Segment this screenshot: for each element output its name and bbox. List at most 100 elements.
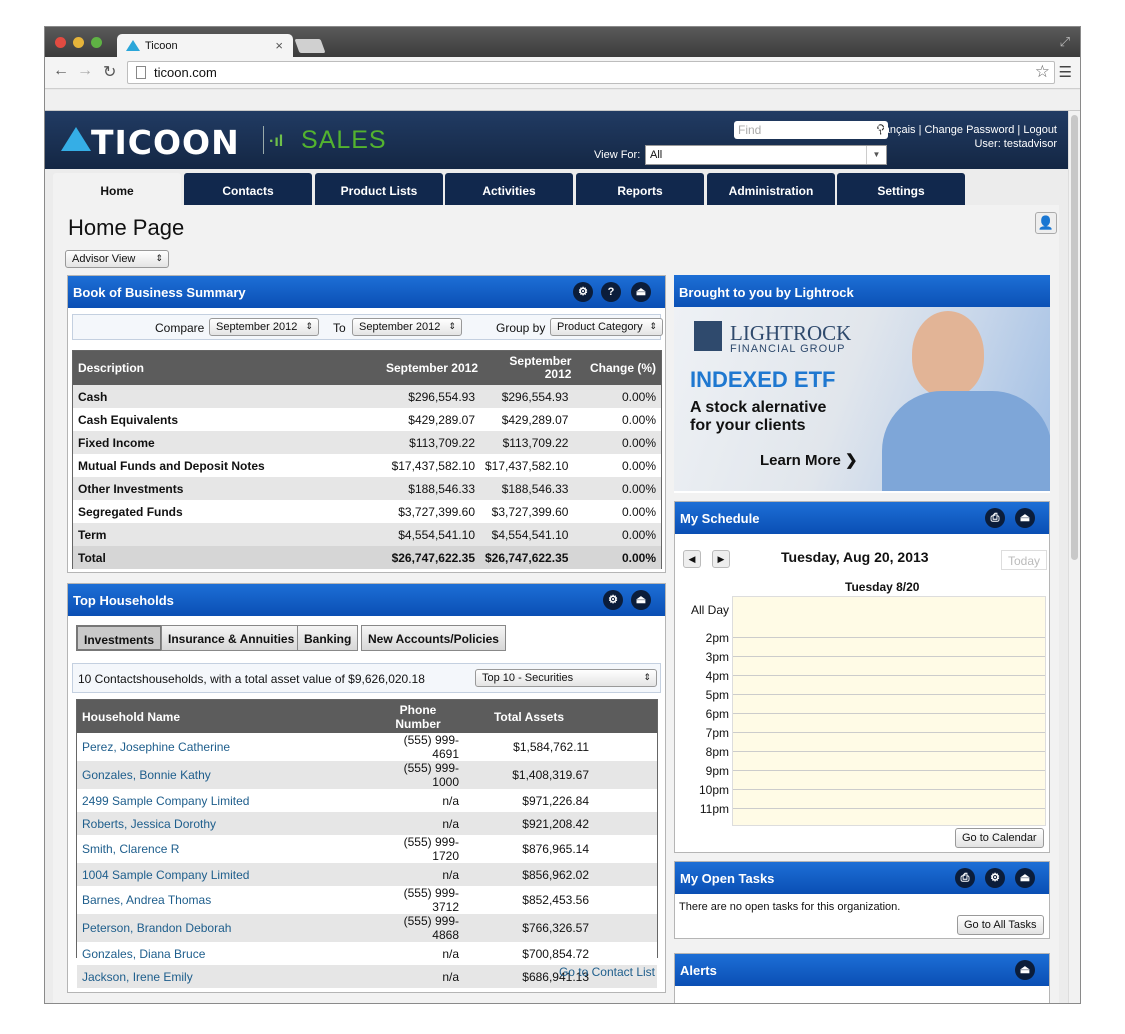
minimize-window-button[interactable] [73, 37, 84, 48]
go-to-calendar-button[interactable]: Go to Calendar [955, 828, 1044, 848]
gear-icon[interactable]: ⚙ [603, 590, 623, 610]
schedule-header: My Schedule ⎙ ⏏ [675, 502, 1049, 534]
collapse-icon[interactable]: ⏏ [1015, 508, 1035, 528]
table-row: Mutual Funds and Deposit Notes $17,437,58… [73, 454, 661, 477]
current-user: User: testadvisor [974, 138, 1057, 150]
view-for-select[interactable]: All ▼ [645, 145, 887, 165]
browser-menu-icon[interactable]: ☰ [1059, 63, 1072, 81]
sponsor-header: Brought to you by Lightrock [674, 275, 1050, 309]
grid-line [733, 751, 1045, 752]
gear-icon[interactable]: ⚙ [985, 868, 1005, 888]
scrollbar-thumb[interactable] [1071, 115, 1078, 560]
print-icon[interactable]: ⎙ [985, 508, 1005, 528]
table-row: Smith, Clarence R (555) 999-1720 $876,965.… [77, 835, 657, 863]
close-tab-icon[interactable]: × [275, 38, 283, 53]
advisor-view-select[interactable]: Advisor View [65, 250, 169, 268]
back-arrow-icon[interactable]: ← [53, 62, 69, 80]
browser-tab[interactable]: Ticoon × [117, 34, 293, 57]
subtab-investments[interactable]: Investments [76, 625, 163, 651]
ad-person-head [912, 311, 984, 397]
table-row: Perez, Josephine Catherine (555) 999-4691… [77, 733, 657, 761]
household-link[interactable]: Barnes, Andrea Thomas [77, 886, 372, 914]
subtab-insurance[interactable]: Insurance & Annuities [161, 625, 302, 651]
today-button[interactable]: Today [1001, 550, 1047, 570]
col-household-name: Household Name [82, 709, 181, 724]
tab-administration[interactable]: Administration [707, 173, 835, 205]
top-households-panel: Top Households ⚙ ⏏ Investments Insurance… [67, 583, 666, 993]
collapse-icon[interactable]: ⏏ [1015, 868, 1035, 888]
household-link[interactable]: Smith, Clarence R [77, 835, 372, 863]
tab-reports[interactable]: Reports [576, 173, 704, 205]
cell-phone: n/a [372, 812, 464, 835]
cell-assets: $766,326.57 [464, 914, 594, 942]
book-panel-title: Book of Business Summary [73, 285, 246, 300]
find-input[interactable]: Find ⚲ [734, 121, 888, 139]
to-select[interactable]: September 2012 [352, 318, 462, 336]
print-icon[interactable]: ⎙ [955, 868, 975, 888]
household-link[interactable]: Peterson, Brandon Deborah [77, 914, 372, 942]
schedule-grid[interactable] [732, 596, 1046, 826]
col-period-1: September 2012 [385, 360, 478, 375]
tab-contacts[interactable]: Contacts [184, 173, 312, 205]
go-to-contact-list-link[interactable]: Go to Contact List [559, 965, 655, 979]
book-table: Description September 2012 September 201… [72, 350, 662, 569]
forward-arrow-icon[interactable]: → [77, 62, 93, 80]
subtab-banking[interactable]: Banking [297, 625, 359, 651]
cell-change: 0.00% [573, 477, 661, 500]
subtab-new-accounts[interactable]: New Accounts/Policies [361, 625, 506, 651]
cell-description: Term [73, 523, 323, 546]
tab-settings[interactable]: Settings [837, 173, 965, 205]
new-tab-button[interactable] [294, 39, 326, 53]
chevron-right-icon: ❯ [840, 452, 858, 469]
go-to-all-tasks-button[interactable]: Go to All Tasks [957, 915, 1044, 935]
address-bar[interactable]: ticoon.com ☆ [127, 61, 1055, 84]
tab-product-lists[interactable]: Product Lists [315, 173, 443, 205]
close-window-button[interactable] [55, 37, 66, 48]
group-by-select[interactable]: Product Category [550, 318, 663, 336]
compare-select[interactable]: September 2012 [209, 318, 319, 336]
household-link[interactable]: 2499 Sample Company Limited [77, 789, 372, 812]
table-row: Cash Equivalents $429,289.07 $429,289.07 0.… [73, 408, 661, 431]
fullscreen-icon[interactable]: ⤢ [1060, 34, 1070, 50]
day-column-header: Tuesday 8/20 [845, 580, 920, 594]
collapse-icon[interactable]: ⏏ [631, 282, 651, 302]
cell-spacer [594, 812, 657, 835]
collapse-icon[interactable]: ⏏ [631, 590, 651, 610]
prev-day-button[interactable]: ◀ [683, 550, 701, 568]
gear-icon[interactable]: ⚙ [573, 282, 593, 302]
help-icon[interactable]: ? [601, 282, 621, 302]
household-link[interactable]: Gonzales, Bonnie Kathy [77, 761, 372, 789]
logo-sales: SALES [301, 126, 387, 154]
page-scrollbar[interactable] [1068, 111, 1080, 1003]
household-link[interactable]: 1004 Sample Company Limited [77, 863, 372, 886]
cell-value: $4,554,541.10 [323, 523, 480, 546]
bookmark-star-icon[interactable]: ☆ [1035, 62, 1050, 82]
cell-phone: (555) 999-1720 [372, 835, 464, 863]
grid-line [733, 675, 1045, 676]
tab-home[interactable]: Home [53, 173, 181, 205]
maximize-window-button[interactable] [91, 37, 102, 48]
household-subtabs: Investments Insurance & Annuities Bankin… [76, 625, 656, 651]
household-link[interactable]: Gonzales, Diana Bruce [77, 942, 372, 965]
reload-icon[interactable]: ↻ [103, 62, 116, 82]
book-panel-header: Book of Business Summary ⚙ ? ⏏ [68, 276, 665, 308]
household-link[interactable]: Jackson, Irene Emily [77, 965, 372, 988]
collapse-icon[interactable]: ⏏ [1015, 960, 1035, 980]
household-link[interactable]: Roberts, Jessica Dorothy [77, 812, 372, 835]
next-day-button[interactable]: ▶ [712, 550, 730, 568]
household-link[interactable]: Perez, Josephine Catherine [77, 733, 372, 761]
grid-line [733, 694, 1045, 695]
browser-toolbar: ← → ↻ ticoon.com ☆ ☰ [45, 57, 1080, 89]
tab-activities[interactable]: Activities [445, 173, 573, 205]
households-panel-title: Top Households [73, 593, 174, 608]
ad-learn-more[interactable]: Learn More ❯ [760, 451, 858, 469]
households-filter-select[interactable]: Top 10 - Securities [475, 669, 657, 687]
lightrock-logo-icon [694, 321, 722, 351]
book-table-header: Description September 2012 September 201… [73, 351, 661, 385]
user-profile-icon[interactable]: 👤 [1035, 212, 1057, 234]
col-change: Change (%) [590, 361, 656, 375]
account-links[interactable]: Français | Change Password | Logout [873, 123, 1057, 137]
table-row: Cash $296,554.93 $296,554.93 0.00% [73, 385, 661, 408]
lightrock-ad[interactable]: LIGHTROCK FINANCIAL GROUP INDEXED ETF A … [674, 307, 1050, 491]
cell-assets: $852,453.56 [464, 886, 594, 914]
